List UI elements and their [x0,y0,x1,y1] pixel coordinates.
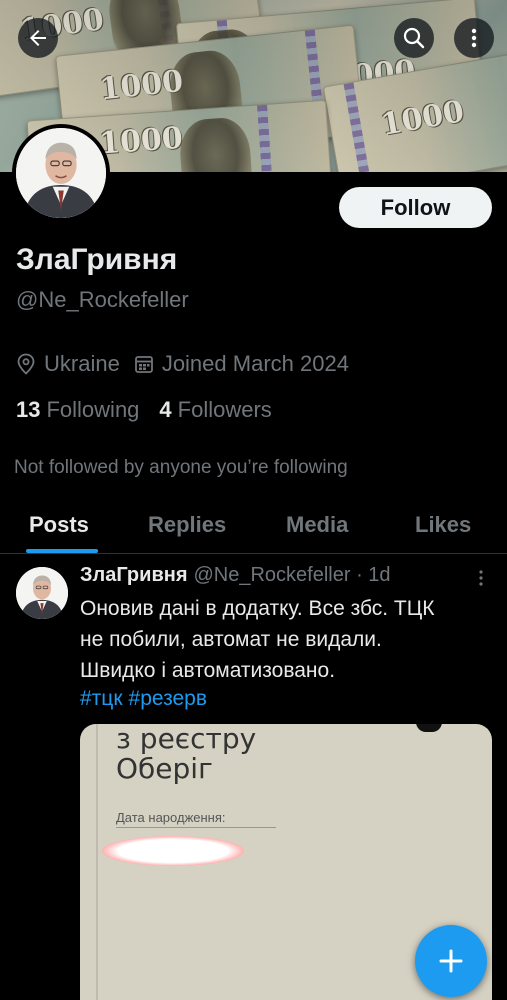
hashtag-link[interactable]: #тцк [80,687,123,710]
post-header: ЗлаГривня @Ne_Rockefeller · 1d [80,564,391,587]
post-hashtags: #тцк #резерв [80,687,213,711]
post-author-avatar[interactable] [16,567,68,619]
media-title-line: Оберіг [116,752,213,785]
avatar-photo [16,567,68,619]
followers-label: Followers [177,397,272,422]
avatar-photo [16,128,106,218]
post-text-line: не побили, автомат не видали. [80,628,382,651]
location-text: Ukraine [44,351,120,376]
post-handle-time[interactable]: @Ne_Rockefeller · 1d [194,564,391,587]
back-button[interactable] [18,18,58,58]
profile-display-name: ЗлаГривня [16,243,178,276]
tab-posts[interactable]: Posts [29,512,89,538]
tab-likes[interactable]: Likes [415,512,471,538]
plus-icon [439,949,463,973]
calendar-icon [134,356,153,373]
following-label: Following [46,397,140,422]
joined-text: Joined March 2024 [161,351,349,376]
post-text: Оновив дані в додатку. Все збс. ТЦК не п… [80,593,500,686]
media-title: з реєстру Оберіг [116,724,256,784]
followers-count: 4 [159,397,172,422]
media-title-line: з реєстру [116,724,257,755]
follow-button[interactable]: Follow [339,187,492,228]
profile-meta: Ukraine Joined March 2024 [16,351,363,377]
profile-avatar[interactable] [12,124,110,222]
mutual-followers-note: Not followed by anyone you’re following [14,457,348,478]
post-text-line: Оновив дані в додатку. Все збс. ТЦК [80,597,435,620]
arrow-left-icon [30,30,46,46]
profile-tabs: Posts Replies Media Likes [0,502,507,554]
search-button[interactable] [394,18,434,58]
location-pin-icon [17,353,35,375]
following-link[interactable]: 13 Following [16,397,139,423]
hashtag-link[interactable]: #резерв [129,687,207,710]
tab-media[interactable]: Media [286,512,348,538]
redaction-scribble [102,836,244,866]
post-text-line: Швидко і автоматизовано. [80,659,336,682]
search-icon [403,27,425,49]
post-author-name[interactable]: ЗлаГривня [80,564,188,587]
active-tab-indicator [26,549,98,553]
followers-link[interactable]: 4 Followers [159,397,271,423]
compose-post-button[interactable] [415,925,487,997]
more-options-button[interactable] [454,18,494,58]
profile-handle: @Ne_Rockefeller [16,287,189,312]
more-vertical-icon [471,28,477,48]
media-field-label: Дата народження: [116,810,226,825]
profile-stats: 13 Following 4 Followers [16,397,292,423]
profile-location: Ukraine [16,351,120,377]
following-count: 13 [16,397,41,422]
more-vertical-icon [479,570,483,586]
post-more-button[interactable] [476,568,486,593]
tab-replies[interactable]: Replies [148,512,226,538]
profile-joined: Joined March 2024 [134,351,349,377]
